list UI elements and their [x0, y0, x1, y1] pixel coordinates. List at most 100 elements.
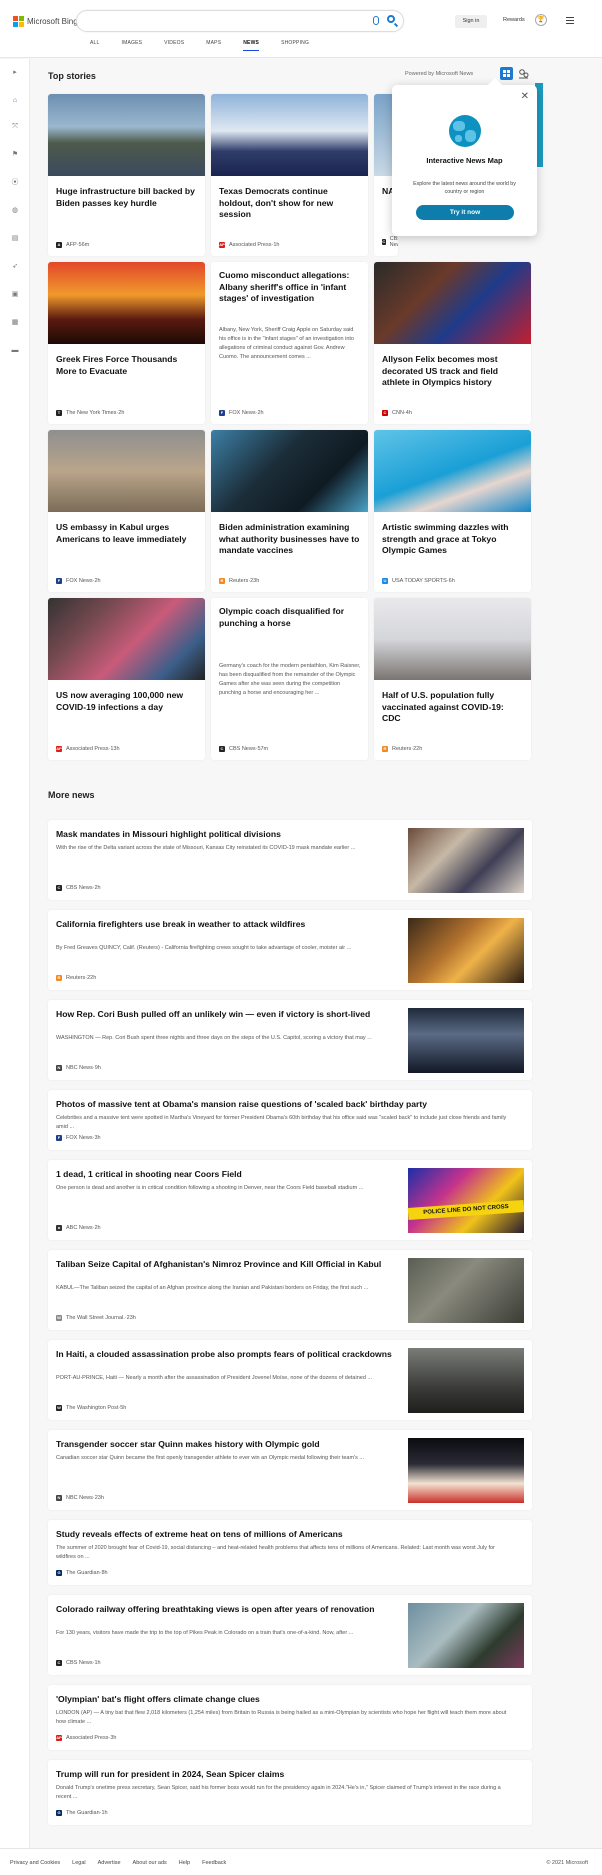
- footer-link[interactable]: About our ads: [133, 1860, 167, 1866]
- news-source[interactable]: F FOX News · 3h: [56, 1135, 101, 1141]
- story-source[interactable]: F FOX News · 2h: [56, 578, 101, 584]
- news-source[interactable]: W The Wall Street Journal. · 23h: [56, 1315, 136, 1321]
- news-image[interactable]: [408, 1603, 524, 1668]
- news-list-item[interactable]: Study reveals effects of extreme heat on…: [48, 1520, 532, 1585]
- top-story-card[interactable]: US now averaging 100,000 new COVID-19 in…: [48, 598, 205, 760]
- news-title[interactable]: How Rep. Cori Bush pulled off an unlikel…: [56, 1008, 406, 1020]
- story-source[interactable]: CCBS News · 4h: [382, 236, 398, 248]
- story-image[interactable]: [374, 430, 531, 512]
- story-source[interactable]: C CBS News · 57m: [219, 746, 268, 752]
- news-source[interactable]: a ABC News · 2h: [56, 1225, 101, 1231]
- rocket-icon[interactable]: ➶: [11, 263, 19, 271]
- try-it-now-button[interactable]: Try it now: [416, 205, 514, 220]
- news-title[interactable]: Photos of massive tent at Obama's mansio…: [56, 1098, 516, 1110]
- search-icon[interactable]: [387, 15, 395, 23]
- news-list-item[interactable]: In Haiti, a clouded assassination probe …: [48, 1340, 532, 1420]
- footer-link[interactable]: Legal: [72, 1860, 85, 1866]
- tab-maps[interactable]: MAPS: [206, 40, 221, 51]
- story-title[interactable]: Biden administration examining what auth…: [219, 522, 361, 557]
- expand-icon[interactable]: ▸: [11, 69, 19, 77]
- news-image[interactable]: [408, 918, 524, 983]
- tab-all[interactable]: ALL: [90, 40, 100, 51]
- news-title[interactable]: Mask mandates in Missouri highlight poli…: [56, 828, 406, 840]
- news-image[interactable]: [408, 1258, 524, 1323]
- story-image[interactable]: [374, 262, 531, 344]
- news-image[interactable]: [408, 1008, 524, 1073]
- top-story-card[interactable]: Texas Democrats continue holdout, don't …: [211, 94, 368, 256]
- flag-icon[interactable]: ⚑: [11, 151, 19, 159]
- story-title[interactable]: Half of U.S. population fully vaccinated…: [382, 690, 524, 725]
- story-source[interactable]: C CNN · 4h: [382, 410, 412, 416]
- news-source[interactable]: N NBC News · 9h: [56, 1065, 101, 1071]
- news-list-item[interactable]: 1 dead, 1 critical in shooting near Coor…: [48, 1160, 532, 1240]
- top-story-card[interactable]: Half of U.S. population fully vaccinated…: [374, 598, 531, 760]
- news-title[interactable]: In Haiti, a clouded assassination probe …: [56, 1348, 406, 1360]
- top-story-card[interactable]: Cuomo misconduct allegations: Albany she…: [211, 262, 368, 424]
- story-image[interactable]: [211, 430, 368, 512]
- microphone-icon[interactable]: [373, 16, 379, 25]
- globe-icon[interactable]: ◍: [11, 207, 19, 215]
- news-list-item[interactable]: 'Olympian' bat's flight offers climate c…: [48, 1685, 532, 1750]
- footer-link[interactable]: Advertise: [98, 1860, 121, 1866]
- rewards-link[interactable]: Rewards: [503, 17, 525, 23]
- news-source[interactable]: G The Guardian · 8h: [56, 1570, 108, 1576]
- tab-videos[interactable]: VIDEOS: [164, 40, 184, 51]
- story-title[interactable]: Texas Democrats continue holdout, don't …: [219, 186, 361, 221]
- grid-view-icon[interactable]: [500, 67, 513, 80]
- top-story-card[interactable]: Huge infrastructure bill backed by Biden…: [48, 94, 205, 256]
- top-story-card[interactable]: Olympic coach disqualified for punching …: [211, 598, 368, 760]
- news-title[interactable]: 1 dead, 1 critical in shooting near Coor…: [56, 1168, 406, 1180]
- footer-link[interactable]: Help: [179, 1860, 190, 1866]
- tab-images[interactable]: IMAGES: [122, 40, 143, 51]
- sign-in-button[interactable]: Sign in: [455, 15, 487, 28]
- story-image[interactable]: [48, 430, 205, 512]
- story-image[interactable]: [211, 94, 368, 176]
- story-source[interactable]: R Reuters · 22h: [382, 746, 422, 752]
- news-source[interactable]: W The Washington Post · 5h: [56, 1405, 126, 1411]
- news-list-item[interactable]: Trump will run for president in 2024, Se…: [48, 1760, 532, 1825]
- news-source[interactable]: C CBS News · 1h: [56, 1660, 101, 1666]
- top-story-card[interactable]: Artistic swimming dazzles with strength …: [374, 430, 531, 592]
- news-title[interactable]: California firefighters use break in wea…: [56, 918, 406, 930]
- news-source[interactable]: N NBC News · 23h: [56, 1495, 104, 1501]
- story-source[interactable]: AP Associated Press · 13h: [56, 746, 120, 752]
- news-source[interactable]: C CBS News · 2h: [56, 885, 101, 891]
- story-source[interactable]: T The New York Times · 2h: [56, 410, 124, 416]
- news-image[interactable]: [408, 1348, 524, 1413]
- footer-link[interactable]: Privacy and Cookies: [10, 1860, 60, 1866]
- story-title[interactable]: Huge infrastructure bill backed by Biden…: [56, 186, 198, 209]
- story-source[interactable]: A AFP · 56m: [56, 242, 89, 248]
- menu-icon[interactable]: [566, 17, 574, 26]
- chart-icon[interactable]: ▤: [11, 235, 19, 243]
- news-title[interactable]: 'Olympian' bat's flight offers climate c…: [56, 1693, 516, 1705]
- news-title[interactable]: Taliban Seize Capital of Afghanistan's N…: [56, 1258, 406, 1270]
- story-title[interactable]: Olympic coach disqualified for punching …: [219, 606, 361, 629]
- news-image[interactable]: [408, 1438, 524, 1503]
- news-list-item[interactable]: Mask mandates in Missouri highlight poli…: [48, 820, 532, 900]
- story-image[interactable]: [374, 598, 531, 680]
- story-title[interactable]: Allyson Felix becomes most decorated US …: [382, 354, 524, 389]
- home-icon[interactable]: ⌂: [11, 97, 19, 105]
- news-image[interactable]: [408, 828, 524, 893]
- story-image[interactable]: [48, 94, 205, 176]
- trending-icon[interactable]: ⤧: [11, 123, 19, 131]
- news-title[interactable]: Study reveals effects of extreme heat on…: [56, 1528, 516, 1540]
- news-title[interactable]: Colorado railway offering breathtaking v…: [56, 1603, 406, 1615]
- top-story-card[interactable]: Biden administration examining what auth…: [211, 430, 368, 592]
- story-source[interactable]: F FOX News · 2h: [219, 410, 264, 416]
- news-list-item[interactable]: Transgender soccer star Quinn makes hist…: [48, 1430, 532, 1510]
- story-title[interactable]: US now averaging 100,000 new COVID-19 in…: [56, 690, 198, 713]
- bing-logo[interactable]: Microsoft Bing: [13, 16, 78, 27]
- trophy-icon[interactable]: 🏆: [535, 14, 547, 26]
- top-story-card[interactable]: Allyson Felix becomes most decorated US …: [374, 262, 531, 424]
- car-icon[interactable]: ▬: [11, 347, 19, 355]
- story-image[interactable]: [48, 598, 205, 680]
- news-list-item[interactable]: Photos of massive tent at Obama's mansio…: [48, 1090, 532, 1150]
- news-source[interactable]: R Reuters · 22h: [56, 975, 96, 981]
- news-image[interactable]: POLICE LINE DO NOT CROSS: [407, 1168, 525, 1233]
- story-title[interactable]: Artistic swimming dazzles with strength …: [382, 522, 524, 557]
- tab-shopping[interactable]: SHOPPING: [281, 40, 309, 51]
- story-source[interactable]: R Reuters · 23h: [219, 578, 259, 584]
- story-title[interactable]: US embassy in Kabul urges Americans to l…: [56, 522, 198, 545]
- news-list-item[interactable]: How Rep. Cori Bush pulled off an unlikel…: [48, 1000, 532, 1080]
